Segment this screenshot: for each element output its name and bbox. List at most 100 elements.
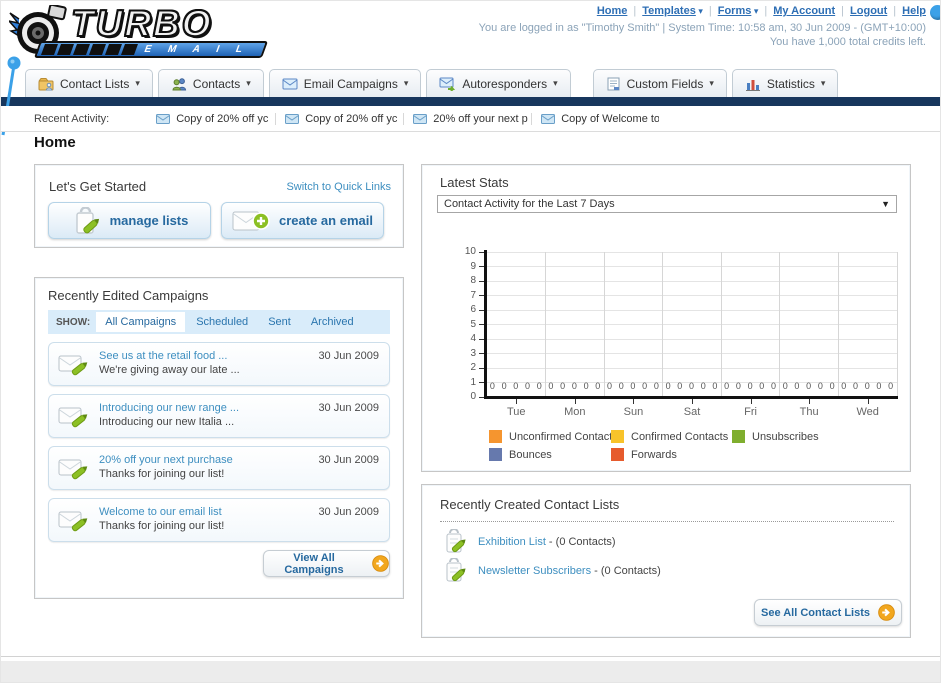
value-label: 0: [489, 381, 495, 391]
contact-list-text: Newsletter Subscribers - (0 Contacts): [478, 565, 661, 577]
contact-list-item[interactable]: Exhibition List - (0 Contacts): [442, 529, 616, 555]
campaign-date: 30 Jun 2009: [318, 402, 379, 414]
legend-swatch-icon: [611, 448, 624, 461]
tab-statistics[interactable]: Statistics ▾: [731, 69, 839, 97]
top-nav-home[interactable]: Home: [597, 5, 628, 17]
top-nav-forms[interactable]: Forms: [718, 5, 752, 17]
campaign-list-item[interactable]: 20% off your next purchase Thanks for joi…: [48, 446, 390, 490]
tab-contacts[interactable]: Contacts ▾: [157, 69, 264, 97]
campaign-title-link[interactable]: 20% off your next purchase: [99, 454, 233, 466]
custom-fields-icon: [606, 77, 621, 91]
top-nav-links: Home | Templates ▾ | Forms ▾ | My Account | Logo…: [597, 5, 926, 17]
button-label: create an email: [279, 213, 373, 228]
gridline-horizontal: [487, 251, 897, 253]
campaign-subtitle: We're giving away our late ...: [99, 364, 240, 376]
switch-to-quick-links-link[interactable]: Switch to Quick Links: [286, 181, 391, 193]
campaign-filter-tabs: SHOW: All Campaigns Scheduled Sent Archived: [48, 310, 390, 334]
campaign-list-item[interactable]: See us at the retail food ... We're givin…: [48, 342, 390, 386]
manage-lists-button[interactable]: manage lists: [48, 202, 211, 239]
main-nav: Contact Lists ▾ Contacts ▾ Email Campaigns ▾ A…: [1, 63, 940, 97]
contact-list-item[interactable]: Newsletter Subscribers - (0 Contacts): [442, 558, 661, 584]
value-label: 0: [712, 381, 718, 391]
value-label: 0: [841, 381, 847, 391]
gridline-vertical: [720, 252, 722, 397]
campaign-title-link[interactable]: Welcome to our email list: [99, 506, 222, 518]
x-axis-tick: [867, 399, 869, 404]
recently-edited-campaigns-panel: Recently Edited Campaigns SHOW: All Camp…: [34, 277, 404, 599]
campaign-tab-archived[interactable]: Archived: [302, 312, 363, 332]
tab-contact-lists[interactable]: Contact Lists ▾: [25, 69, 153, 97]
contact-list-name-link[interactable]: Exhibition List: [478, 536, 546, 548]
value-label: 0: [665, 381, 671, 391]
campaign-date: 30 Jun 2009: [318, 350, 379, 362]
value-label: 0: [864, 381, 870, 391]
gridline-horizontal: [487, 367, 897, 369]
recent-activity-item[interactable]: Copy of 20% off yc: [275, 112, 403, 125]
see-all-contact-lists-label: See All Contact Lists: [760, 606, 870, 619]
envelope-icon: [413, 113, 428, 124]
contact-list-name-link[interactable]: Newsletter Subscribers: [478, 565, 591, 577]
x-axis-label: Tue: [507, 406, 526, 418]
campaign-tab-all-campaigns[interactable]: All Campaigns: [96, 312, 186, 332]
nav-separator: |: [708, 5, 712, 17]
campaign-title-link[interactable]: Introducing our new range ...: [99, 402, 239, 414]
recent-activity-item-label: Copy of 20% off yc: [305, 112, 398, 125]
app-logo: TURBO E M A I L: [9, 2, 279, 61]
top-nav-templates[interactable]: Templates: [642, 5, 696, 17]
tab-custom-fields[interactable]: Custom Fields ▾: [592, 69, 727, 97]
tab-email-campaigns[interactable]: Email Campaigns ▾: [268, 69, 422, 97]
envelope-icon: [285, 113, 300, 124]
value-label: 0: [817, 381, 823, 391]
recent-activity-item[interactable]: 20% off your next p: [403, 112, 531, 125]
legend-swatch-icon: [489, 430, 502, 443]
view-all-campaigns-button[interactable]: View All Campaigns: [263, 550, 390, 577]
campaign-list-item[interactable]: Introducing our new range ... Introducing…: [48, 394, 390, 438]
campaign-title-link[interactable]: See us at the retail food ...: [99, 350, 227, 362]
chevron-down-icon: ▾: [135, 78, 140, 88]
top-nav-logout[interactable]: Logout: [850, 5, 887, 17]
x-axis-tick: [750, 399, 752, 404]
create-an-email-button[interactable]: create an email: [221, 202, 384, 239]
envelope-icon: [541, 113, 556, 124]
legend-item-unconfirmed-contacts: Unconfirmed Contacts: [489, 430, 618, 443]
button-label: manage lists: [109, 213, 189, 228]
campaign-list-item[interactable]: Welcome to our email list Thanks for join…: [48, 498, 390, 542]
get-started-title: Let's Get Started: [49, 179, 147, 194]
value-label: 0: [618, 381, 624, 391]
campaign-date: 30 Jun 2009: [318, 506, 379, 518]
latest-stats-panel: Latest Stats Contact Activity for the La…: [421, 164, 911, 472]
x-axis-tick: [516, 399, 518, 404]
value-label: 0: [888, 381, 894, 391]
arrow-circle-icon: [372, 555, 389, 572]
gridline-vertical: [545, 252, 547, 397]
list-icon: [442, 529, 468, 555]
legend-swatch-icon: [611, 430, 624, 443]
campaign-tab-sent[interactable]: Sent: [259, 312, 300, 332]
tab-label: Contact Lists: [60, 76, 130, 91]
recent-activity-bar: Recent Activity: Copy of 20% off yc Copy …: [1, 106, 940, 132]
value-label: 0: [771, 381, 777, 391]
logo-title: TURBO: [70, 2, 213, 45]
chevron-down-icon: ▾: [403, 78, 409, 88]
tab-label: Email Campaigns: [303, 76, 398, 91]
view-all-campaigns-label: View All Campaigns: [284, 551, 344, 576]
tab-autoresponders[interactable]: Autoresponders ▾: [426, 69, 571, 97]
y-axis-label: 0: [470, 391, 476, 402]
x-axis-tick: [692, 399, 693, 404]
blue-dot-icon: [930, 5, 940, 20]
campaign-icon: [58, 456, 90, 482]
legend-item-forwards: Forwards: [611, 448, 677, 461]
recent-activity-item[interactable]: Copy of 20% off yc: [147, 113, 275, 125]
legend-item-confirmed-contacts: Confirmed Contacts: [611, 430, 728, 443]
see-all-contact-lists-button[interactable]: See All Contact Lists: [754, 599, 902, 626]
legend-item-unsubscribes: Unsubscribes: [732, 430, 819, 443]
top-nav-my-account[interactable]: My Account: [773, 5, 835, 17]
x-axis-tick: [809, 399, 811, 404]
tab-label: Custom Fields: [626, 76, 704, 91]
value-label: 0: [747, 381, 753, 391]
y-axis-label: 10: [464, 246, 476, 257]
campaign-tab-scheduled[interactable]: Scheduled: [187, 312, 257, 332]
top-nav-help[interactable]: Help: [902, 5, 926, 17]
gridline-horizontal: [487, 280, 897, 282]
recent-activity-item[interactable]: Copy of Welcome to: [531, 112, 659, 125]
